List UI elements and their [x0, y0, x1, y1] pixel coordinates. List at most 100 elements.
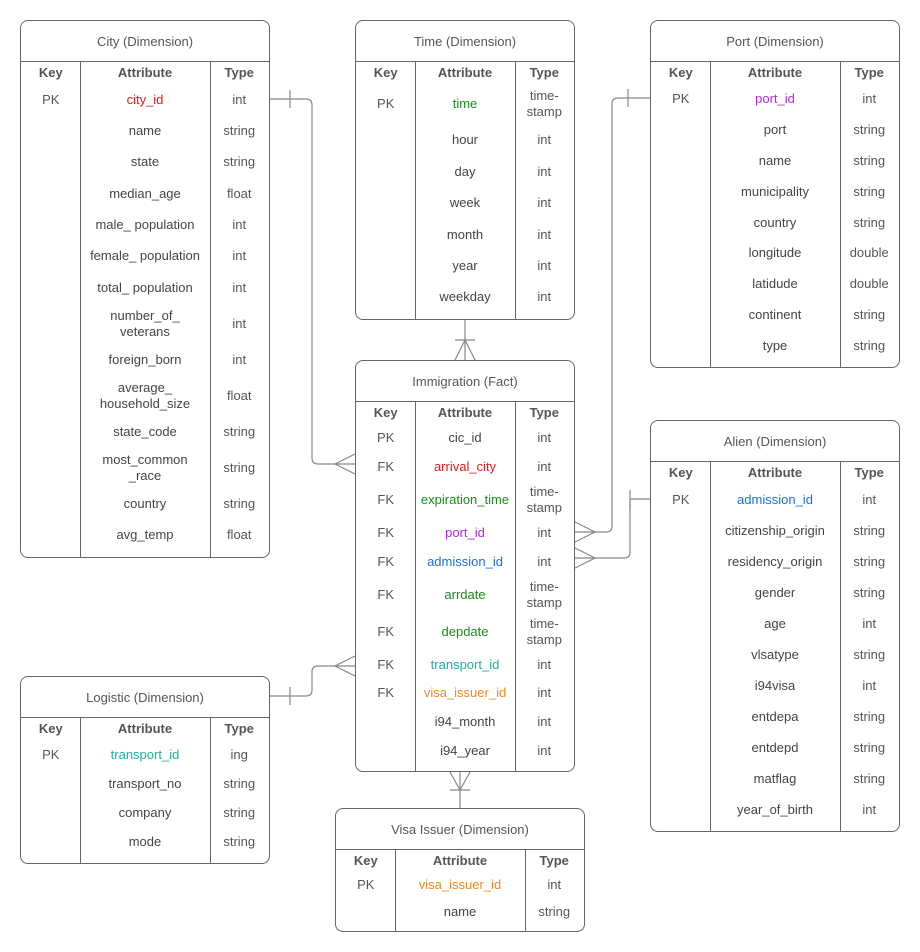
type-cell: string [538, 903, 571, 919]
key-header: Key [668, 65, 693, 80]
table-row: longitude double [651, 238, 899, 269]
logistic-immigration-relation [270, 655, 356, 705]
attribute-cell: age [764, 615, 786, 631]
type-cell: int [232, 279, 247, 295]
type-cell: int [537, 132, 552, 148]
type-cell: int [232, 91, 247, 107]
type-cell: int [537, 226, 552, 242]
key-cell: FK [377, 491, 395, 507]
type-cell: int [537, 458, 552, 474]
table-row: i94visa int [651, 670, 899, 701]
table-row: average_ household_size float [21, 376, 269, 417]
table-row: most_common _race string [21, 448, 269, 489]
table-row: FK admission_id int [356, 547, 574, 576]
table-row: company string [21, 799, 269, 828]
visa-immigration-relation [449, 771, 471, 808]
type-cell: int [862, 615, 877, 631]
table-row: PK visa_issuer_id int [336, 872, 584, 899]
type-cell: string [853, 553, 886, 569]
type-cell: string [853, 152, 886, 168]
table-title: Logistic (Dimension) [21, 677, 269, 718]
attribute-cell: week [449, 195, 481, 211]
table-row: state string [21, 147, 269, 178]
attribute-cell: foreign_born [108, 351, 182, 367]
attribute-header: Attribute [437, 405, 493, 420]
type-cell: int [537, 195, 552, 211]
attribute-cell: municipality [741, 183, 809, 199]
type-cell: string [853, 306, 886, 322]
type-header: Type [539, 853, 569, 868]
table-row: female_ population int [21, 241, 269, 272]
attribute-cell: entdepa [751, 708, 799, 724]
type-cell: string [853, 183, 886, 199]
table-time: Time (Dimension) Key Attribute Type PK t… [355, 20, 575, 320]
type-cell: int [232, 351, 247, 367]
type-cell: int [232, 248, 247, 264]
table-row: month int [356, 219, 574, 250]
table-row: entdepa string [651, 701, 899, 732]
table-row: FK arrival_city int [356, 453, 574, 482]
type-cell: string [853, 584, 886, 600]
type-cell: int [537, 257, 552, 273]
table-row: FK depdate time- stamp [356, 613, 574, 650]
type-cell: int [537, 685, 552, 701]
attribute-cell: country [123, 496, 167, 512]
attribute-cell: arrdate [444, 586, 486, 602]
table-row: gender string [651, 577, 899, 608]
table-row: year int [356, 250, 574, 281]
table-row: male_ population int [21, 209, 269, 240]
attribute-cell: visa_issuer_id [418, 877, 502, 893]
attribute-cell: vlsatype [751, 646, 799, 662]
key-header: Key [38, 65, 63, 80]
attribute-cell: company [118, 805, 172, 821]
attribute-cell: cic_id [448, 430, 482, 446]
attribute-cell: name [443, 903, 477, 919]
table-row: FK expiration_time time- stamp [356, 481, 574, 518]
table-row: median_age float [21, 178, 269, 209]
attribute-cell: transport_id [110, 746, 180, 762]
table-row: continent string [651, 299, 899, 330]
attribute-cell: year_of_birth [737, 801, 813, 817]
key-cell: FK [377, 685, 395, 701]
table-row: total_ population int [21, 272, 269, 303]
key-header: Key [353, 853, 378, 868]
table-row: age int [651, 608, 899, 639]
table-alien: Alien (Dimension) Key Attribute Type PK … [650, 420, 900, 832]
table-city: City (Dimension) Key Attribute Type PK c… [20, 20, 270, 558]
table-row: type string [651, 330, 899, 361]
key-cell: PK [377, 430, 395, 446]
table-row: municipality string [651, 176, 899, 207]
attribute-header: Attribute [747, 465, 803, 480]
table-row: FK port_id int [356, 519, 574, 548]
type-cell: int [537, 289, 552, 305]
type-cell: int [862, 491, 877, 507]
table-title: Visa Issuer (Dimension) [336, 809, 584, 850]
table-row: i94_month int [356, 708, 574, 737]
attribute-cell: port [763, 122, 787, 138]
attribute-cell: port_id [445, 524, 485, 540]
table-row: year_of_birth int [651, 794, 899, 825]
type-cell: int [862, 677, 877, 693]
type-cell: string [853, 739, 886, 755]
attribute-header: Attribute [117, 721, 173, 736]
type-cell: int [537, 430, 552, 446]
type-cell: string [853, 646, 886, 662]
table-row: number_of_ veterans int [21, 303, 269, 344]
attribute-cell: time [452, 96, 478, 112]
attribute-cell: country [753, 214, 797, 230]
table-row: PK port_id int [651, 84, 899, 115]
table-row: FK transport_id int [356, 650, 574, 679]
column-header-row: Key Attribute Type [651, 462, 899, 484]
attribute-cell: state_code [113, 423, 177, 439]
key-cell: FK [377, 458, 395, 474]
attribute-cell: visa_issuer_id [423, 685, 507, 701]
attribute-cell: year [452, 257, 478, 273]
type-cell: int [537, 163, 552, 179]
table-row: hour int [356, 125, 574, 156]
table-row: day int [356, 156, 574, 187]
port-immigration-relation [574, 89, 650, 543]
type-cell: float [226, 185, 252, 201]
attribute-cell: median_age [109, 185, 181, 201]
attribute-cell: number_of_ veterans [110, 307, 180, 339]
type-cell: string [223, 834, 256, 850]
